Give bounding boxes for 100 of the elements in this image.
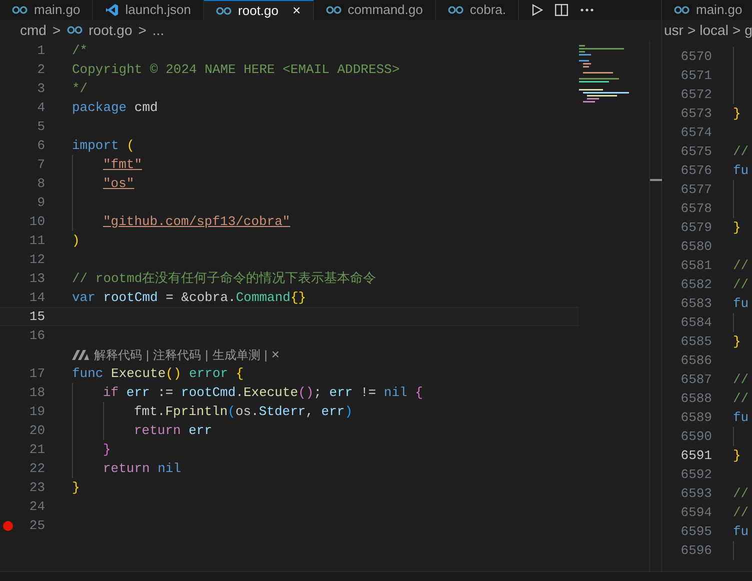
assistant-logo-icon: [72, 350, 90, 360]
code-token: fmt.: [134, 402, 166, 421]
code-token: (): [166, 364, 182, 383]
code-token: //: [733, 370, 749, 389]
code-token: :=: [156, 384, 174, 402]
codelens-separator: |: [264, 346, 268, 364]
code-token: import: [72, 136, 119, 155]
code-token: os.: [235, 402, 259, 421]
breadcrumb-item[interactable]: cmd: [20, 20, 46, 40]
code-token: //: [733, 256, 749, 275]
code-token: {}: [290, 288, 306, 307]
line-number: 6573: [680, 104, 712, 123]
code-token: err: [188, 422, 212, 440]
code-token: Command: [236, 288, 290, 307]
code-token: if: [103, 384, 119, 402]
go-file-icon: [326, 6, 342, 14]
breadcrumb-item[interactable]: usr: [664, 20, 684, 40]
code-token: package: [72, 98, 127, 117]
line-number: 6579: [680, 218, 712, 237]
line-number: 7: [36, 156, 45, 174]
line-number: 5: [36, 118, 45, 136]
breadcrumb-item[interactable]: local: [700, 20, 728, 40]
line-number: 14: [28, 288, 45, 307]
line-number: 3: [36, 80, 45, 98]
line-number: 2: [36, 60, 45, 79]
line-number: 6592: [680, 466, 712, 484]
line-number: 6582: [680, 276, 712, 294]
code-token: "fmt": [103, 156, 142, 174]
go-file-icon: [66, 26, 83, 34]
code-token: }: [733, 218, 741, 237]
breadcrumb-item[interactable]: g: [744, 20, 752, 40]
code-token: nil: [156, 460, 182, 478]
close-icon[interactable]: ×: [271, 344, 280, 365]
run-icon[interactable]: [531, 4, 543, 16]
breadcrumb-separator: >: [732, 20, 741, 40]
more-icon[interactable]: [580, 8, 594, 12]
line-number: 20: [28, 422, 45, 440]
breadcrumb-separator: >: [138, 20, 146, 40]
breadcrumb-separator: >: [687, 20, 696, 40]
line-number: 21: [28, 440, 45, 459]
line-number: 6587: [680, 370, 712, 389]
line-number: 6596: [680, 542, 712, 560]
code-token: Execute: [243, 384, 298, 402]
code-token: Fprintln: [165, 402, 228, 421]
line-number: 19: [28, 402, 45, 421]
line-number: 8: [36, 174, 45, 193]
line-number: 6570: [680, 48, 712, 66]
codelens-action[interactable]: 生成单测: [212, 346, 260, 364]
code-token: //: [733, 276, 749, 294]
code-token: nil: [384, 384, 408, 402]
code-token: func: [72, 364, 104, 383]
line-number: 22: [28, 460, 45, 478]
code-token: ,: [306, 402, 314, 421]
code-token: fu: [733, 408, 749, 427]
codelens-separator: |: [205, 346, 208, 364]
code-token: (): [298, 384, 314, 402]
line-number: 10: [28, 212, 45, 231]
line-number: 6583: [680, 294, 712, 313]
code-token: Copyright © 2024 NAME HERE <EMAIL ADDRESS>: [72, 60, 400, 79]
line-number: 15: [28, 308, 45, 326]
line-number: 1: [36, 42, 45, 60]
code-token: error: [188, 364, 228, 383]
line-number: 17: [28, 364, 45, 383]
go-file-icon: [448, 6, 464, 14]
code-token: err: [321, 402, 345, 421]
line-number: 9: [36, 194, 45, 212]
line-number: 18: [28, 384, 45, 402]
breadcrumb-item[interactable]: ...: [152, 20, 164, 40]
code-token: rootCmd: [102, 288, 158, 307]
line-number: 6580: [680, 238, 712, 256]
split-editor-icon[interactable]: [555, 4, 568, 16]
codelens-action[interactable]: 注释代码: [153, 346, 202, 364]
breadcrumb-item[interactable]: root.go: [88, 20, 132, 40]
line-number: 6586: [680, 352, 712, 370]
code-token: (: [228, 402, 236, 421]
editor-tab[interactable]: command.go: [314, 0, 436, 20]
code-token: {: [414, 384, 423, 402]
line-number: 6576: [680, 162, 712, 180]
code-token: "os": [103, 174, 134, 193]
breadcrumb-separator: >: [52, 20, 61, 40]
code-token: var: [72, 288, 96, 307]
code-token: */: [72, 80, 88, 98]
code-token: Stderr: [258, 402, 306, 421]
code-token: = &cobra.: [164, 288, 236, 307]
code-token: "github.com/spf13/cobra": [103, 212, 290, 231]
code-token: ): [344, 402, 352, 421]
code-token: err: [329, 384, 353, 402]
line-number: 6: [36, 136, 45, 155]
code-token: !=: [360, 384, 378, 402]
code-token: //: [733, 142, 749, 161]
close-icon[interactable]: ×: [292, 0, 301, 21]
code-token: // rootmd在没有任何子命令的情况下表示基本命令: [72, 270, 376, 288]
line-number: 13: [28, 270, 45, 288]
editor-tab[interactable]: root.go ×: [204, 0, 314, 20]
code-token: return: [134, 422, 181, 440]
codelens-action[interactable]: 解释代码: [94, 346, 142, 364]
code-token: fu: [733, 522, 749, 541]
line-number: 6593: [680, 484, 712, 503]
code-token: return: [103, 460, 150, 478]
line-number: 6577: [680, 180, 712, 199]
